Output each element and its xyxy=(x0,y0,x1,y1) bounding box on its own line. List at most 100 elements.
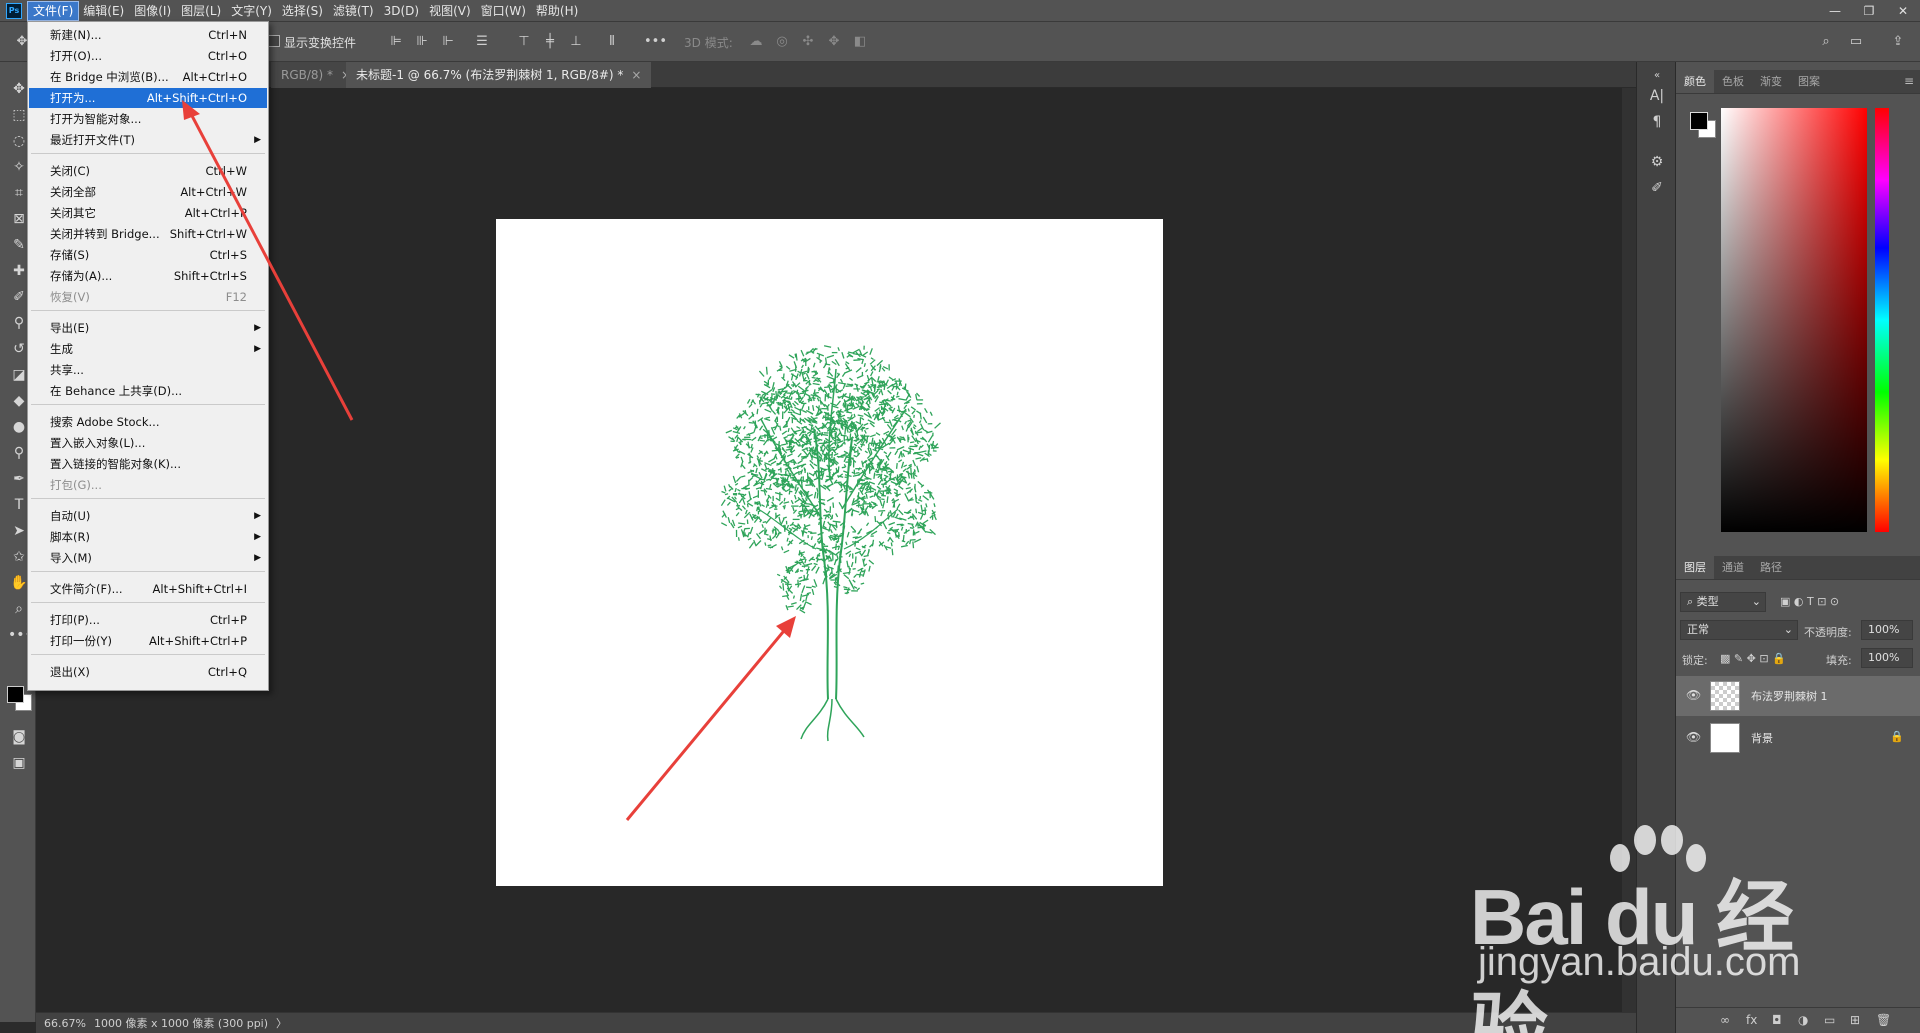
file-menu-item[interactable]: 退出(X) Ctrl+Q xyxy=(29,662,267,682)
menu-image[interactable]: 图像(I) xyxy=(129,2,176,20)
filter-icons[interactable]: ▣ ◐ T ⊡ ⊙ xyxy=(1780,595,1839,608)
align-middle-icon[interactable]: ╪ xyxy=(542,34,558,50)
align-bottom-icon[interactable]: ⊥ xyxy=(568,34,584,50)
tab-current-document[interactable]: 未标题-1 @ 66.7% (布法罗荆棘树 1, RGB/8#) * × xyxy=(346,62,652,88)
align-top-icon[interactable]: ⊤ xyxy=(516,34,532,50)
show-transform-checkbox[interactable] xyxy=(268,35,280,47)
foreground-swatch[interactable] xyxy=(1690,112,1708,130)
menu-separator xyxy=(31,498,265,499)
file-menu-item[interactable]: 置入链接的智能对象(K)... xyxy=(29,454,267,474)
screen-mode-icon[interactable]: ▣ xyxy=(8,752,30,774)
3d-orbit-icon[interactable]: ☁ xyxy=(748,34,764,50)
menu-layer[interactable]: 图层(L) xyxy=(176,2,226,20)
menu-edit[interactable]: 编辑(E) xyxy=(78,2,129,20)
eye-icon[interactable]: 👁 xyxy=(1686,730,1701,744)
tab-color[interactable]: 颜色 xyxy=(1676,70,1714,93)
file-menu-item[interactable]: 关闭全部 Alt+Ctrl+W xyxy=(29,182,267,202)
file-menu-item[interactable]: 存储(S) Ctrl+S xyxy=(29,245,267,265)
file-menu-item[interactable]: 新建(N)... Ctrl+N xyxy=(29,25,267,45)
file-menu-item[interactable]: 最近打开文件(T) ▶ xyxy=(29,130,267,150)
3d-slide-icon[interactable]: ✥ xyxy=(826,34,842,50)
zoom-level[interactable]: 66.67% xyxy=(44,1017,86,1030)
paragraph-panel-icon[interactable]: ¶ xyxy=(1647,112,1667,132)
layer-filter-select[interactable]: ⌕ 类型 ⌄ xyxy=(1680,592,1766,612)
file-menu-item[interactable]: 打印(P)... Ctrl+P xyxy=(29,610,267,630)
align-center-icon[interactable]: ⊪ xyxy=(414,34,430,50)
close-window-button[interactable]: ✕ xyxy=(1886,0,1920,22)
file-menu-item[interactable]: 生成 ▶ xyxy=(29,339,267,359)
menu-type[interactable]: 文字(Y) xyxy=(226,2,277,20)
fill-input[interactable]: 100% xyxy=(1861,648,1913,668)
file-menu-item[interactable]: 在 Behance 上共享(D)... xyxy=(29,381,267,401)
layer-row-tree[interactable]: 👁 布法罗荆棘树 1 xyxy=(1676,676,1920,716)
panel-menu-icon[interactable]: ≡ xyxy=(1904,74,1914,88)
foreground-color-swatch[interactable] xyxy=(7,686,24,703)
file-menu-item[interactable]: 关闭(C) Ctrl+W xyxy=(29,161,267,181)
file-menu-item[interactable]: 脚本(R) ▶ xyxy=(29,527,267,547)
tab-channels[interactable]: 通道 xyxy=(1714,556,1752,579)
character-panel-icon[interactable]: A| xyxy=(1647,86,1667,106)
menu-item-shortcut: Ctrl+P xyxy=(209,613,247,627)
opacity-input[interactable]: 100% xyxy=(1861,620,1913,640)
file-menu-item[interactable]: 存储为(A)... Shift+Ctrl+S xyxy=(29,266,267,286)
search-icon[interactable]: ⌕ xyxy=(1818,34,1834,50)
trash-icon[interactable]: 🗑 xyxy=(1876,1013,1891,1027)
quick-mask-icon[interactable]: ◙ xyxy=(8,726,30,748)
tab-layers[interactable]: 图层 xyxy=(1676,556,1714,579)
document-canvas[interactable] xyxy=(496,219,1163,886)
menu-filter[interactable]: 滤镜(T) xyxy=(328,2,379,20)
align-right-icon[interactable]: ⊩ xyxy=(440,34,456,50)
restore-button[interactable]: ❐ xyxy=(1852,0,1886,22)
file-menu-item[interactable]: 关闭其它 Alt+Ctrl+P xyxy=(29,203,267,223)
file-menu-item[interactable]: 打开(O)... Ctrl+O xyxy=(29,46,267,66)
tab-paths[interactable]: 路径 xyxy=(1752,556,1790,579)
status-arrow-icon[interactable]: 〉 xyxy=(276,1015,287,1031)
tab-patterns[interactable]: 图案 xyxy=(1790,70,1828,93)
lock-options-icons[interactable]: ▩ ✎ ✥ ⊡ 🔒 xyxy=(1720,652,1786,665)
close-tab-icon[interactable]: × xyxy=(631,68,641,82)
file-menu-item[interactable]: 导入(M) ▶ xyxy=(29,548,267,568)
file-menu-item[interactable]: 打开为... Alt+Shift+Ctrl+O xyxy=(29,88,267,108)
file-menu-item[interactable]: 文件简介(F)... Alt+Shift+Ctrl+I xyxy=(29,579,267,599)
menu-help[interactable]: 帮助(H) xyxy=(531,2,583,20)
file-menu-item[interactable]: 打印一份(Y) Alt+Shift+Ctrl+P xyxy=(29,631,267,651)
adjustments-panel-icon[interactable]: ⚙ xyxy=(1647,152,1667,172)
file-menu-item[interactable]: 共享... xyxy=(29,360,267,380)
share-icon[interactable]: ⇪ xyxy=(1890,34,1906,50)
blend-mode-select[interactable]: 正常 ⌄ xyxy=(1680,620,1798,640)
tab-swatches[interactable]: 色板 xyxy=(1714,70,1752,93)
workspace-icon[interactable]: ▭ xyxy=(1848,34,1864,50)
color-picker-field[interactable] xyxy=(1721,108,1867,532)
layer-row-background[interactable]: 👁 背景 🔒 xyxy=(1676,718,1920,758)
more-options-icon[interactable]: ••• xyxy=(644,34,667,50)
file-menu-item[interactable]: 搜索 Adobe Stock... xyxy=(29,412,267,432)
file-menu-item[interactable]: 关闭并转到 Bridge... Shift+Ctrl+W xyxy=(29,224,267,244)
eye-icon[interactable]: 👁 xyxy=(1686,688,1701,702)
3d-roll-icon[interactable]: ◎ xyxy=(774,34,790,50)
file-menu-item[interactable]: 打开为智能对象... xyxy=(29,109,267,129)
menu-file[interactable]: 文件(F) xyxy=(26,0,80,21)
menu-select[interactable]: 选择(S) xyxy=(277,2,328,20)
menu-item-shortcut: Alt+Ctrl+P xyxy=(184,206,247,220)
distribute-vertical-icon[interactable]: ⫴ xyxy=(604,34,620,50)
menu-window[interactable]: 窗口(W) xyxy=(476,2,531,20)
menu-item-label: 打开为... xyxy=(50,91,96,105)
file-menu-item[interactable]: 在 Bridge 中浏览(B)... Alt+Ctrl+O xyxy=(29,67,267,87)
layer-thumbnail xyxy=(1710,723,1740,753)
3d-camera-icon[interactable]: ◧ xyxy=(852,34,868,50)
new-layer-icon[interactable]: ⊞ xyxy=(1850,1013,1860,1027)
collapse-icon[interactable]: « xyxy=(1647,66,1667,86)
file-menu-item: 打包(G)... xyxy=(29,475,267,495)
hue-slider[interactable] xyxy=(1875,108,1889,532)
minimize-button[interactable]: — xyxy=(1818,0,1852,22)
menu-3d[interactable]: 3D(D) xyxy=(379,2,424,20)
file-menu-item[interactable]: 自动(U) ▶ xyxy=(29,506,267,526)
3d-pan-icon[interactable]: ✣ xyxy=(800,34,816,50)
file-menu-item[interactable]: 置入嵌入对象(L)... xyxy=(29,433,267,453)
brush-settings-icon[interactable]: ✐ xyxy=(1647,178,1667,198)
align-left-icon[interactable]: ⊫ xyxy=(388,34,404,50)
distribute-icon[interactable]: ☰ xyxy=(474,34,490,50)
tab-gradients[interactable]: 渐变 xyxy=(1752,70,1790,93)
file-menu-item[interactable]: 导出(E) ▶ xyxy=(29,318,267,338)
menu-view[interactable]: 视图(V) xyxy=(424,2,476,20)
